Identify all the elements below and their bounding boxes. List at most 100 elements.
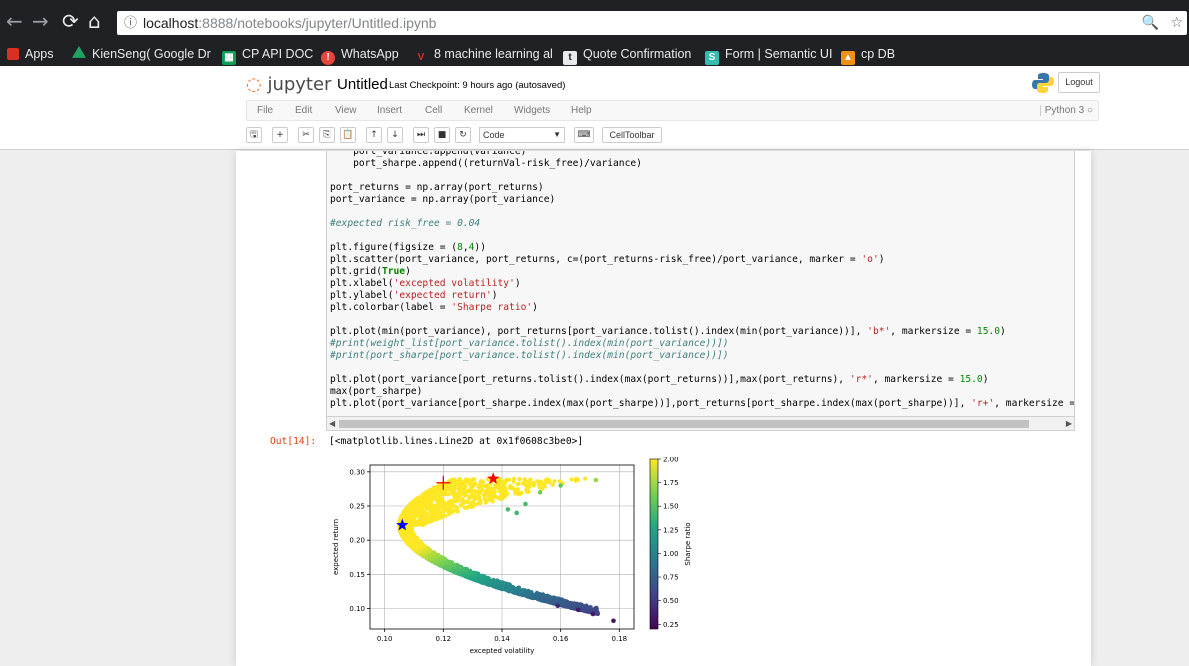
stop-icon[interactable]: ■: [434, 127, 450, 143]
menu-view[interactable]: View: [335, 105, 357, 116]
zoom-icon[interactable]: 🔍: [1142, 11, 1159, 35]
x-tick-label: 0.16: [553, 635, 569, 643]
scatter-point: [467, 494, 472, 499]
scatter-point: [593, 477, 599, 483]
run-icon[interactable]: ⏭: [413, 127, 429, 143]
bookmark-whatsapp[interactable]: ! WhatsApp: [321, 45, 399, 65]
code-line: plt.figure(figsize = (8,4)): [330, 242, 1074, 254]
code-line: #expected risk_free = 0.04: [330, 218, 1074, 230]
scatter-point: [522, 477, 527, 482]
scatter-point: [502, 485, 508, 490]
code-token: ): [1000, 326, 1006, 337]
scroll-left-icon[interactable]: ◀: [329, 417, 335, 430]
insert-cell-icon[interactable]: +: [272, 127, 288, 143]
scatter-point: [505, 507, 511, 512]
jupyter-ring-icon: ◌: [246, 74, 268, 95]
scatter-point: [516, 585, 522, 590]
code-line: port_returns = np.array(port_returns): [330, 182, 1074, 194]
jupyter-logo[interactable]: ◌ jupyter: [246, 74, 331, 95]
chevron-down-icon: ▼: [553, 130, 561, 139]
bookmark-star-icon[interactable]: ☆: [1170, 11, 1183, 35]
scatter-point: [594, 606, 599, 611]
forward-icon[interactable]: →: [32, 10, 49, 32]
cell-type-select[interactable]: Code ▼: [479, 127, 565, 143]
colorbar-tick-label: 2.00: [663, 457, 679, 464]
cell-type-value: Code: [483, 130, 505, 140]
scatter-point: [526, 588, 531, 593]
y-axis-label: expected return: [332, 519, 340, 575]
scatter-point: [512, 476, 517, 481]
scroll-right-icon[interactable]: ▶: [1066, 417, 1072, 430]
code-token: #print(weight_list[port_variance.tolist(…: [330, 338, 729, 349]
code-token: True: [381, 266, 406, 277]
copy-icon[interactable]: ⎘: [319, 127, 335, 143]
bookmark-semantic-ui[interactable]: S Form | Semantic UI: [705, 45, 832, 65]
back-icon[interactable]: ←: [6, 10, 23, 32]
bookmark-label: CP API DOC: [242, 47, 314, 61]
scrollbar-thumb[interactable]: [339, 420, 1029, 428]
code-token: max(port_sharpe): [330, 386, 423, 397]
code-token: plt.plot(min(port_variance), port_return…: [330, 326, 868, 337]
reload-icon[interactable]: ⟳: [62, 10, 79, 32]
logout-button[interactable]: Logout: [1058, 72, 1100, 93]
scatter-point: [584, 603, 589, 608]
horizontal-scrollbar[interactable]: ◀ ▶: [326, 416, 1075, 431]
code-token: plt.figure(figsize = (: [330, 242, 458, 253]
url-text[interactable]: localhost:8888/notebooks/jupyter/Untitle…: [143, 11, 436, 35]
code-token: port_sharpe.append((returnVal-risk_free)…: [330, 158, 642, 169]
menu-kernel[interactable]: Kernel: [464, 105, 493, 116]
paste-icon[interactable]: 📋: [340, 127, 356, 143]
y-tick-label: 0.20: [349, 537, 365, 545]
menu-cell[interactable]: Cell: [425, 105, 442, 116]
code-line: #print(port_sharpe[port_variance.tolist(…: [330, 350, 1074, 362]
scatter-point: [514, 510, 519, 516]
scatter-point: [412, 498, 418, 503]
code-token: plt.grid(: [330, 266, 382, 277]
code-editor[interactable]: port_variance.append(variance) port_shar…: [330, 151, 1074, 410]
scatter-point: [533, 592, 538, 597]
scatter-point: [493, 483, 498, 488]
keyboard-icon[interactable]: ⌨: [574, 127, 594, 143]
celltoolbar-button[interactable]: CellToolbar: [602, 127, 662, 143]
url-host: localhost: [143, 15, 199, 31]
move-up-icon[interactable]: ↑: [366, 127, 382, 143]
bookmark-apps[interactable]: Apps: [7, 45, 54, 63]
code-token: , markersize =: [890, 326, 977, 337]
cut-icon[interactable]: ✂: [298, 127, 314, 143]
code-cell-input[interactable]: port_variance.append(variance) port_shar…: [326, 151, 1075, 431]
save-icon[interactable]: 🖫: [246, 127, 262, 143]
bookmark-machine-learning[interactable]: V 8 machine learning al: [414, 45, 553, 63]
code-token: , markersize =: [872, 374, 960, 385]
colorbar-tick-label: 0.50: [663, 597, 679, 605]
bookmark-label: 8 machine learning al: [434, 47, 553, 61]
code-token: port_variance.append(variance): [330, 151, 527, 157]
scatter-point: [590, 611, 596, 617]
code-token: #print(port_sharpe[port_variance.tolist(…: [330, 350, 729, 361]
scatter-point: [611, 618, 616, 624]
menu-insert[interactable]: Insert: [377, 105, 402, 116]
bookmark-quote-confirmation[interactable]: t Quote Confirmation: [563, 45, 691, 65]
code-token: port_variance = np.array(port_variance): [330, 194, 556, 205]
move-down-icon[interactable]: ↓: [387, 127, 403, 143]
scatter-point: [521, 481, 526, 486]
address-bar[interactable]: ⓘ localhost:8888/notebooks/jupyter/Untit…: [117, 11, 1187, 35]
menu-file[interactable]: File: [257, 105, 273, 116]
scatter-point: [528, 477, 533, 482]
restart-icon[interactable]: ↻: [455, 127, 471, 143]
menu-help[interactable]: Help: [571, 105, 592, 116]
colorbar-tick-label: 1.75: [663, 479, 679, 487]
home-icon[interactable]: ⌂: [88, 10, 101, 32]
bookmark-google-drive[interactable]: KienSeng( Google Dr: [72, 45, 211, 63]
notebook-name[interactable]: Untitled: [337, 76, 388, 93]
bookmark-cp-db[interactable]: ▲ cp DB: [841, 45, 895, 65]
site-info-icon[interactable]: ⓘ: [124, 11, 137, 35]
scatter-point: [440, 504, 445, 509]
menu-edit[interactable]: Edit: [295, 105, 312, 116]
scatter-point: [574, 476, 579, 481]
menu-widgets[interactable]: Widgets: [514, 105, 550, 116]
scatter-point: [507, 583, 513, 588]
scatter-point: [436, 484, 441, 489]
bookmark-label: Apps: [25, 47, 54, 61]
bookmark-cp-api-doc[interactable]: ▦ CP API DOC: [222, 45, 314, 65]
